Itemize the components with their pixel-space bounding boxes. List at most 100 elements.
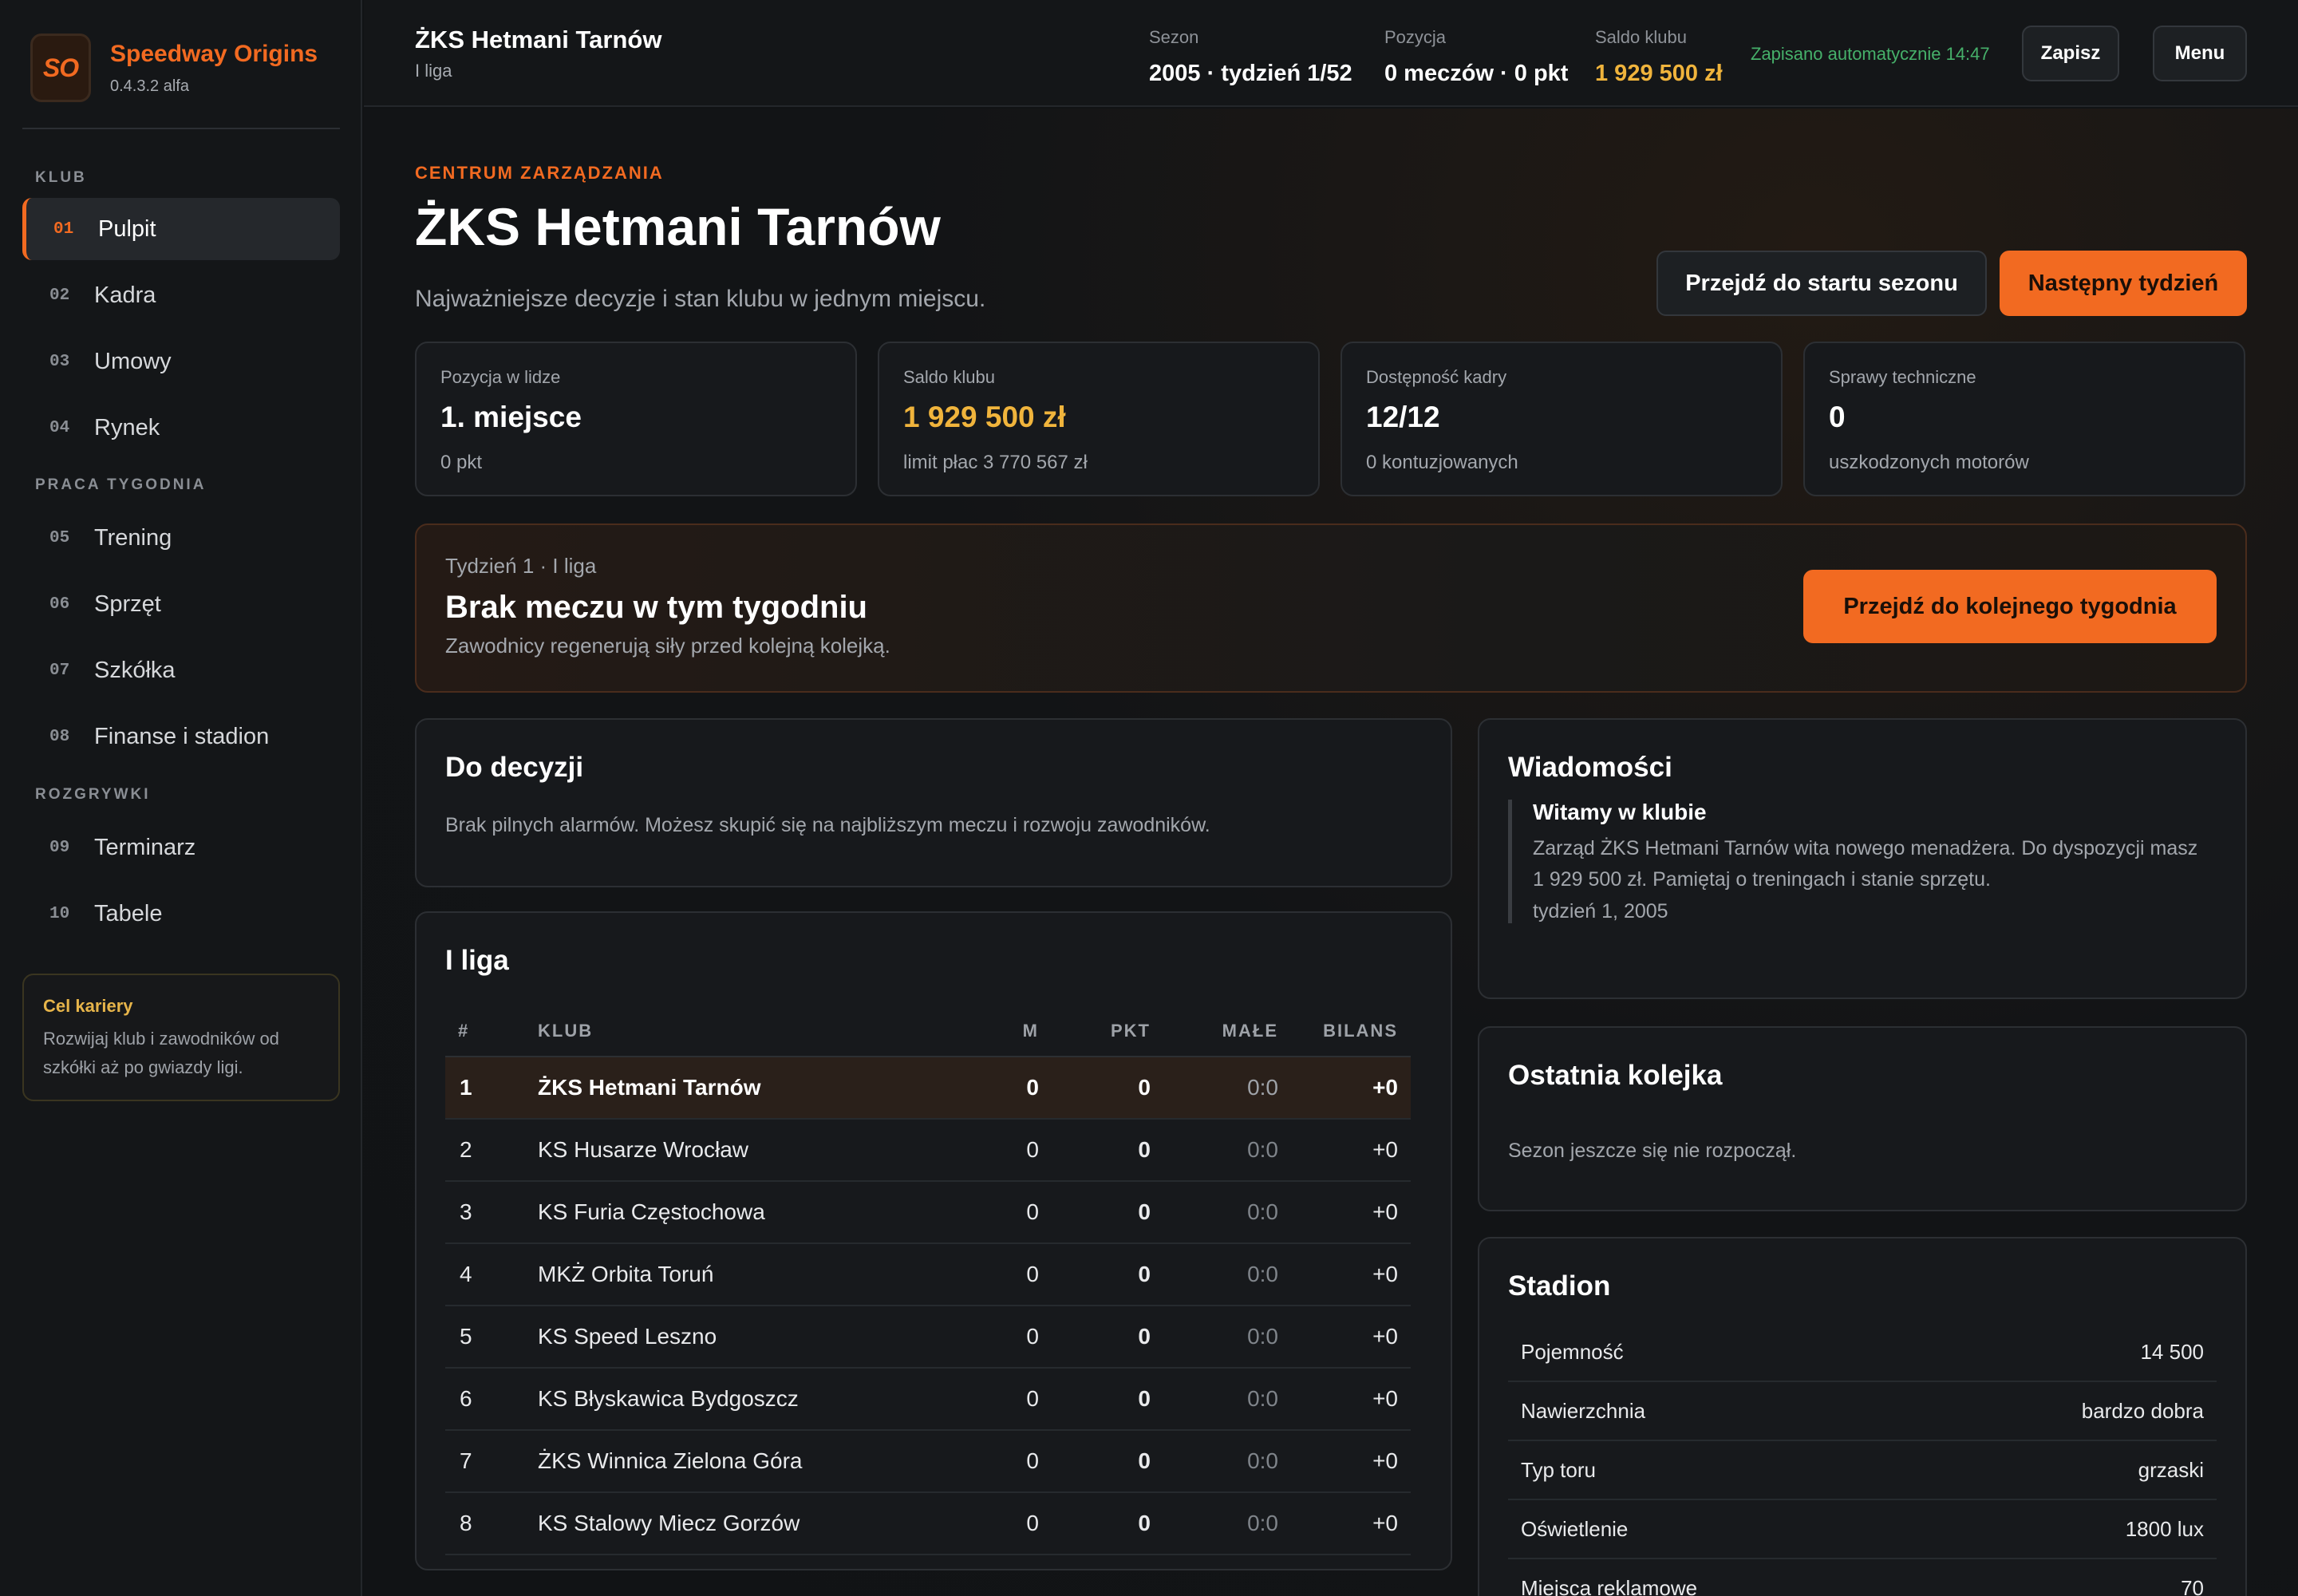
row-position: 1: [445, 1057, 525, 1120]
col-small-points: MAŁE: [1163, 1005, 1291, 1057]
row-club: ŻKS Winnica Zielona Góra: [525, 1430, 972, 1493]
stadium-row: Miejsca reklamowe 70: [1508, 1559, 2217, 1596]
nav-label: Szkółka: [94, 657, 176, 683]
nav-label: Kadra: [94, 282, 156, 308]
stadium-row-label: Typ toru: [1521, 1457, 1596, 1482]
go-to-season-start-button[interactable]: Przejdź do startu sezonu: [1656, 251, 1987, 316]
row-club: ŻKS Hetmani Tarnów: [525, 1057, 972, 1120]
kpi-squad-availability: Dostępność kadry 12/12 0 kontuzjowanych: [1340, 342, 1783, 496]
decisions-title: Do decyzji: [445, 752, 584, 783]
stadium-row-value: grzaski: [2138, 1457, 2204, 1482]
autosave-status: Zapisano automatycznie 14:47: [1751, 44, 1990, 64]
sidebar-item-kadra[interactable]: 02 Kadra: [22, 264, 340, 326]
menu-button[interactable]: Menu: [2153, 26, 2247, 81]
season-stat: Sezon 2005 · tydzień 1/52: [1149, 27, 1352, 87]
stadium-row-value: bardzo dobra: [2081, 1398, 2204, 1423]
row-club: KS Błyskawica Bydgoszcz: [525, 1368, 972, 1431]
balance-stat: Saldo klubu 1 929 500 zł: [1595, 27, 1723, 87]
row-points: 0: [1052, 1492, 1163, 1555]
sidebar-item-tabele[interactable]: 10 Tabele: [22, 883, 340, 945]
kpi-value: 1 929 500 zł: [903, 401, 1066, 433]
decisions-text: Brak pilnych alarmów. Możesz skupić się …: [445, 814, 1210, 836]
row-small-points: 0:0: [1163, 1306, 1291, 1369]
stadium-title: Stadion: [1508, 1270, 1611, 1302]
kpi-label: Dostępność kadry: [1366, 367, 1507, 387]
table-row[interactable]: 8 KS Stalowy Miecz Gorzów 0 0 0:0 +0: [445, 1492, 1411, 1555]
table-row[interactable]: 3 KS Furia Częstochowa 0 0 0:0 +0: [445, 1181, 1411, 1244]
row-position: 2: [445, 1119, 525, 1182]
table-row[interactable]: 2 KS Husarze Wrocław 0 0 0:0 +0: [445, 1119, 1411, 1182]
season-value: 2005 · tydzień 1/52: [1149, 61, 1352, 86]
row-position: 7: [445, 1430, 525, 1493]
col-matches: M: [972, 1005, 1052, 1057]
row-points: 0: [1052, 1306, 1163, 1369]
decisions-card: Do decyzji Brak pilnych alarmów. Możesz …: [415, 718, 1452, 887]
news-item[interactable]: Witamy w klubie Zarząd ŻKS Hetmani Tarnó…: [1508, 800, 2210, 923]
kpi-label: Saldo klubu: [903, 367, 995, 387]
news-item-date: tydzień 1, 2005: [1533, 900, 1668, 922]
row-balance: +0: [1291, 1306, 1411, 1369]
sidebar-item-szkolka[interactable]: 07 Szkółka: [22, 639, 340, 701]
stadium-row: Nawierzchnia bardzo dobra: [1508, 1382, 2217, 1441]
row-small-points: 0:0: [1163, 1243, 1291, 1306]
table-row[interactable]: 5 KS Speed Leszno 0 0 0:0 +0: [445, 1306, 1411, 1369]
career-goal-card: Cel kariery Rozwijaj klub i zawodników o…: [22, 974, 340, 1101]
news-item-title: Witamy w klubie: [1533, 800, 1707, 824]
table-header-row: # KLUB M PKT MAŁE BILANS: [445, 1005, 1411, 1057]
row-position: 4: [445, 1243, 525, 1306]
sidebar-item-terminarz[interactable]: 09 Terminarz: [22, 816, 340, 879]
row-balance: +0: [1291, 1368, 1411, 1431]
league-table: # KLUB M PKT MAŁE BILANS 1 ŻKS Hetmani T…: [445, 1005, 1411, 1555]
last-round-title: Ostatnia kolejka: [1508, 1060, 1723, 1091]
row-club: KS Furia Częstochowa: [525, 1181, 972, 1244]
nav-section-rozgrywki: ROZGRYWKI: [35, 786, 151, 803]
sidebar-item-rynek[interactable]: 04 Rynek: [22, 397, 340, 459]
divider: [22, 128, 340, 129]
table-row[interactable]: 4 MKŻ Orbita Toruń 0 0 0:0 +0: [445, 1243, 1411, 1306]
sidebar-item-umowy[interactable]: 03 Umowy: [22, 330, 340, 393]
row-small-points: 0:0: [1163, 1368, 1291, 1431]
row-matches: 0: [972, 1368, 1052, 1431]
row-points: 0: [1052, 1430, 1163, 1493]
next-week-banner-button[interactable]: Przejdź do kolejnego tygodnia: [1803, 570, 2217, 643]
nav-number: 02: [49, 286, 70, 305]
row-small-points: 0:0: [1163, 1430, 1291, 1493]
kpi-sub: 0 pkt: [440, 452, 483, 473]
sidebar-item-pulpit[interactable]: 01 Pulpit: [22, 198, 340, 260]
kpi-value: 12/12: [1366, 401, 1440, 433]
stadium-row-label: Miejsca reklamowe: [1521, 1575, 1698, 1596]
kpi-sub: uszkodzonych motorów: [1829, 452, 2029, 473]
next-week-button[interactable]: Następny tydzień: [2000, 251, 2247, 316]
brand[interactable]: SO Speedway Origins 0.4.3.2 alfa: [30, 34, 318, 102]
header-club-name: ŻKS Hetmani Tarnów: [415, 26, 662, 53]
header-league: I liga: [415, 61, 452, 81]
stadium-card: Stadion Pojemność 14 500 Nawierzchnia ba…: [1478, 1237, 2247, 1596]
col-position: #: [445, 1005, 525, 1057]
row-balance: +0: [1291, 1181, 1411, 1244]
row-balance: +0: [1291, 1243, 1411, 1306]
row-club: MKŻ Orbita Toruń: [525, 1243, 972, 1306]
position-label: Pozycja: [1384, 27, 1447, 47]
row-club: KS Speed Leszno: [525, 1306, 972, 1369]
stadium-row-value: 1800 lux: [2125, 1516, 2204, 1541]
sidebar-item-finanse-i-stadion[interactable]: 08 Finanse i stadion: [22, 705, 340, 768]
row-position: 5: [445, 1306, 525, 1369]
row-position: 3: [445, 1181, 525, 1244]
table-row[interactable]: 6 KS Błyskawica Bydgoszcz 0 0 0:0 +0: [445, 1368, 1411, 1431]
sidebar-item-trening[interactable]: 05 Trening: [22, 507, 340, 569]
kpi-club-balance: Saldo klubu 1 929 500 zł limit płac 3 77…: [878, 342, 1320, 496]
save-button[interactable]: Zapisz: [2022, 26, 2119, 81]
row-balance: +0: [1291, 1057, 1411, 1120]
table-row[interactable]: 1 ŻKS Hetmani Tarnów 0 0 0:0 +0: [445, 1057, 1411, 1120]
balance-value: 1 929 500 zł: [1595, 61, 1723, 86]
stadium-row-value: 14 500: [2140, 1339, 2204, 1364]
kpi-sub: 0 kontuzjowanych: [1366, 452, 1518, 473]
sidebar-item-sprzet[interactable]: 06 Sprzęt: [22, 573, 340, 635]
app-name: Speedway Origins: [110, 40, 318, 67]
page-title: ŻKS Hetmani Tarnów: [415, 197, 941, 256]
row-small-points: 0:0: [1163, 1057, 1291, 1120]
week-banner: Tydzień 1 · I liga Brak meczu w tym tygo…: [415, 523, 2247, 693]
row-balance: +0: [1291, 1492, 1411, 1555]
table-row[interactable]: 7 ŻKS Winnica Zielona Góra 0 0 0:0 +0: [445, 1430, 1411, 1493]
last-round-text: Sezon jeszcze się nie rozpoczął.: [1508, 1140, 1797, 1162]
